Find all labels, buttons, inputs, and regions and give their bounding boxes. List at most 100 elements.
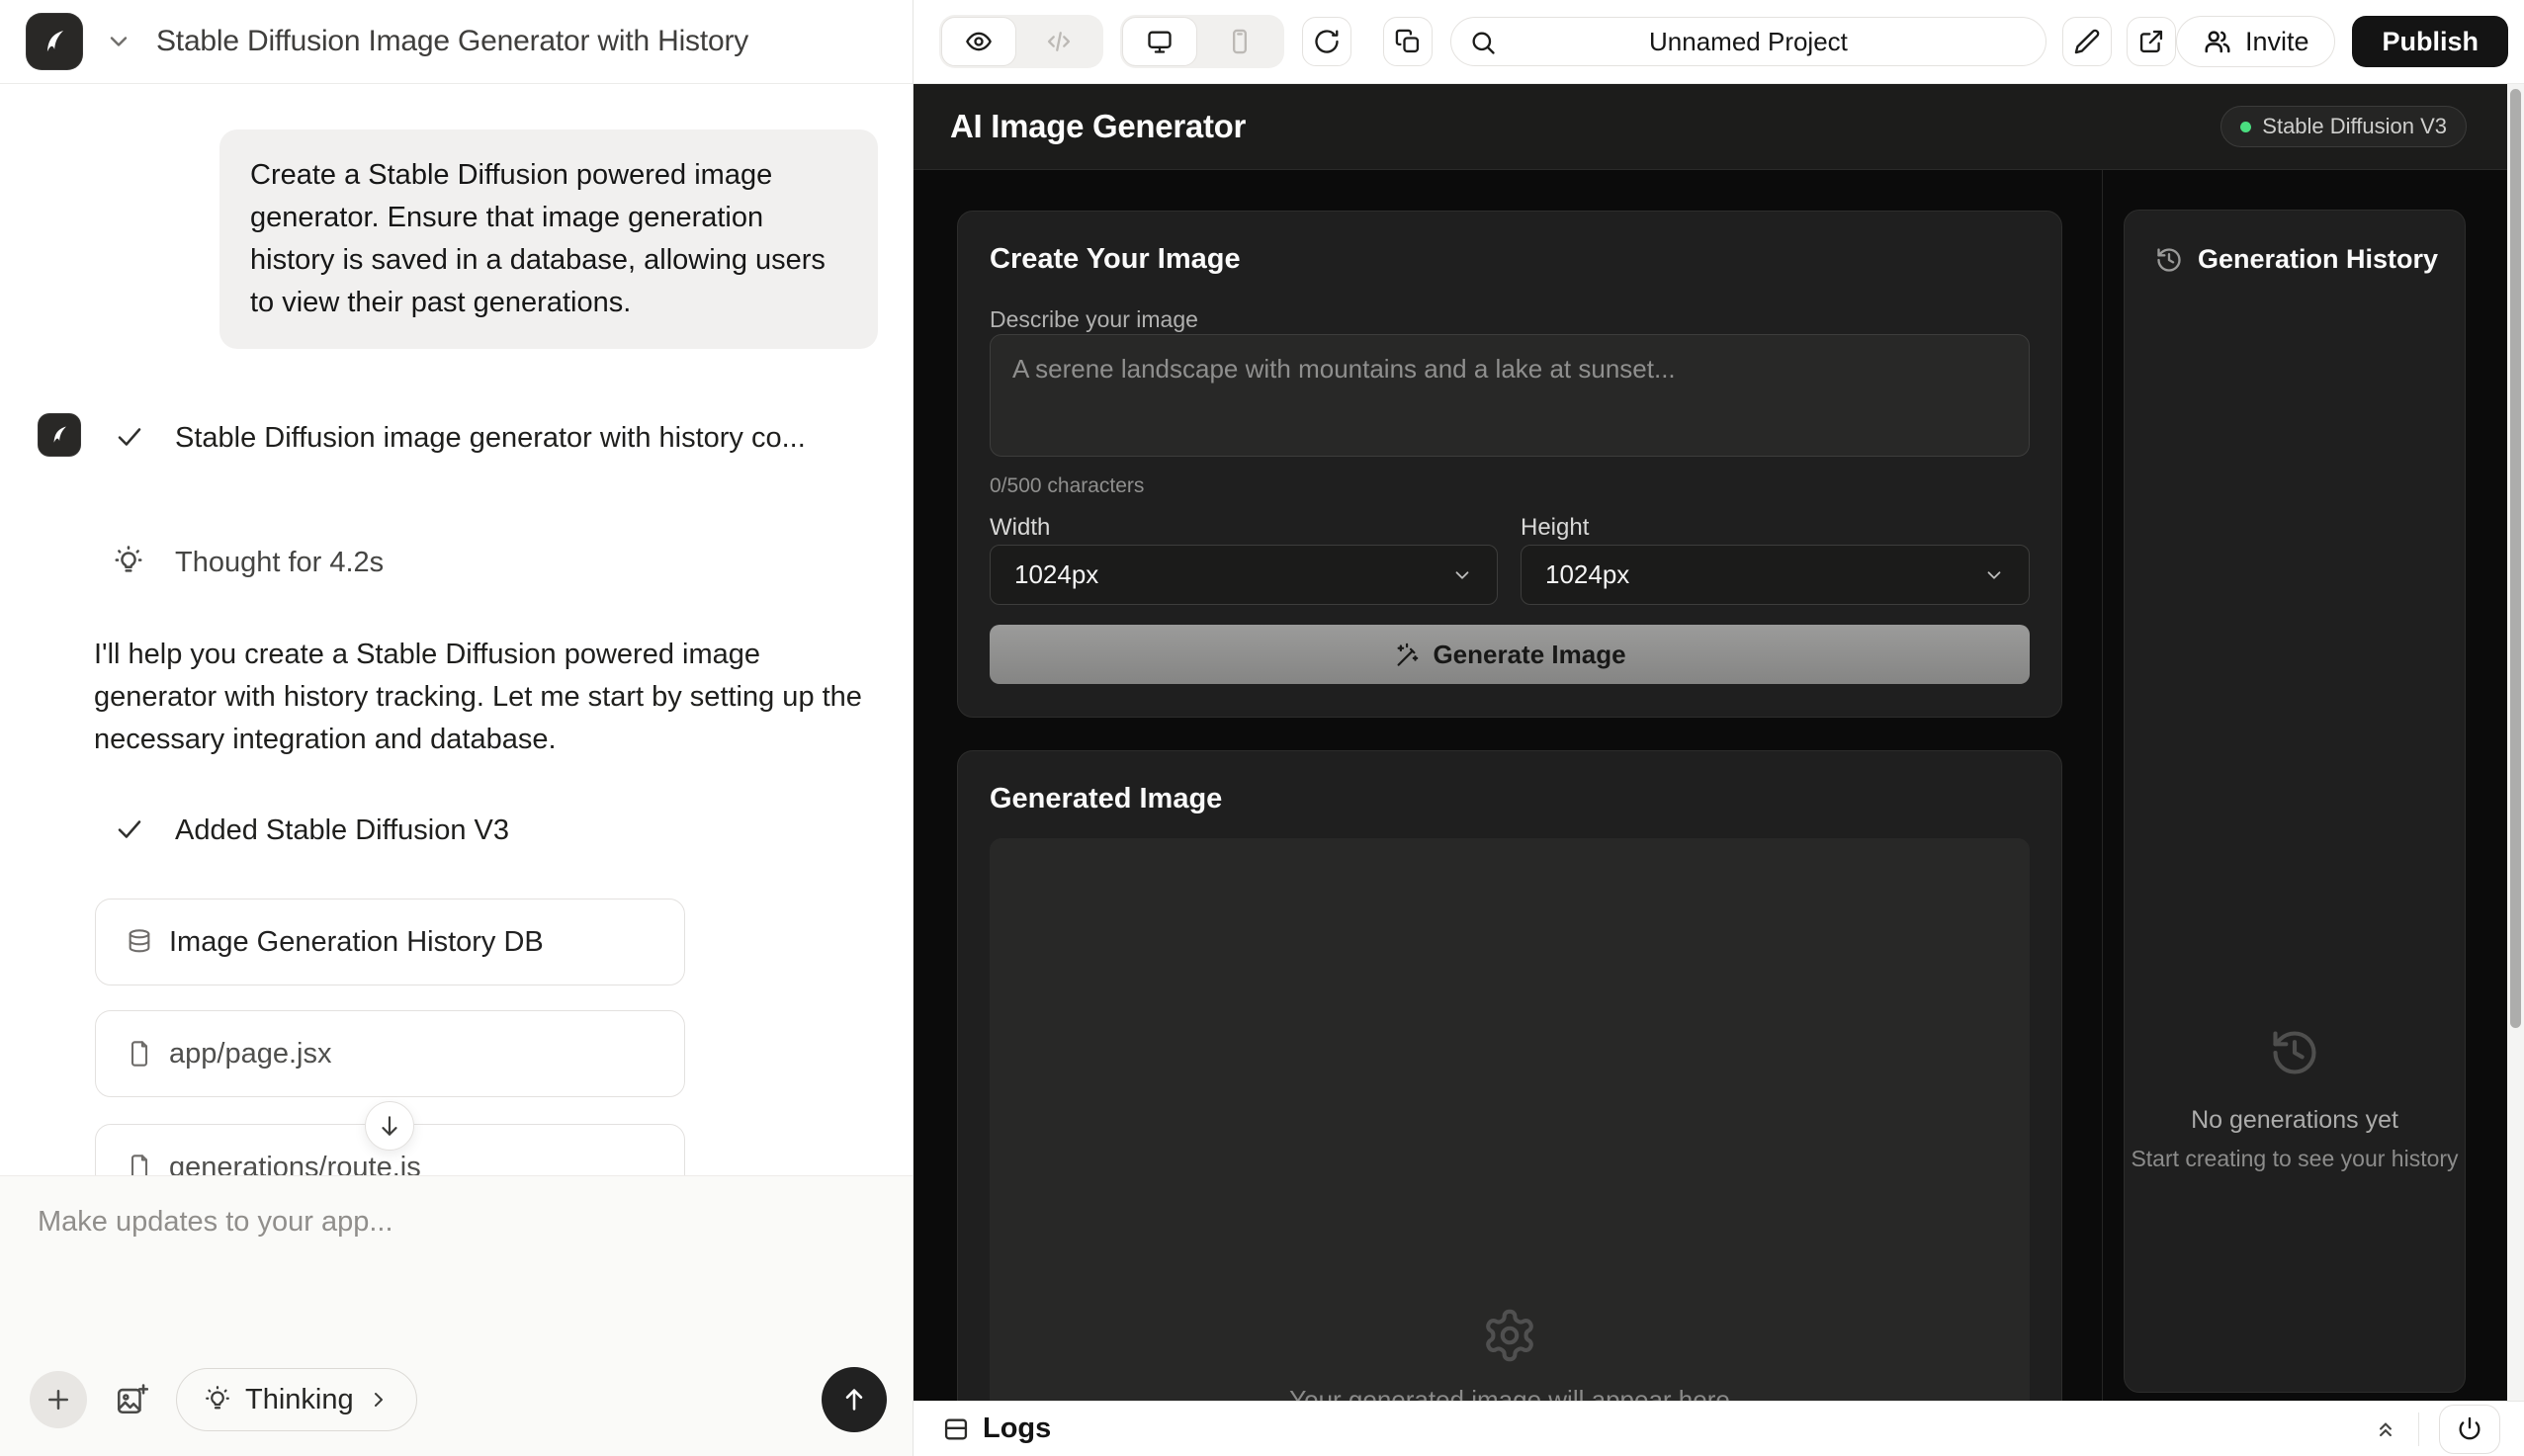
lightbulb-icon [112,545,145,578]
thought-duration[interactable]: Thought for 4.2s [175,541,384,584]
artifact-card-database[interactable]: Image Generation History DB [95,899,685,985]
users-icon [2203,27,2232,56]
code-mode-button[interactable] [1016,17,1101,66]
device-switcher [1120,15,1284,68]
thinking-mode-button[interactable]: Thinking [176,1368,417,1431]
swoosh-logo-icon [46,422,72,448]
expand-logs-button[interactable] [2373,1416,2398,1442]
arrow-up-icon [840,1386,868,1413]
composer-toolbar: Thinking [30,1367,887,1432]
status-dot-icon [2240,122,2251,132]
history-empty-title: No generations yet [2125,1106,2465,1135]
wand-sparkles-icon [1393,642,1420,668]
check-icon [115,814,144,844]
send-message-button[interactable] [822,1367,887,1432]
project-menu-button[interactable] [105,28,132,55]
preview-panel: Invite Publish AI Image Generator Stable… [914,0,2524,1456]
assistant-avatar [38,413,81,457]
refresh-icon [1313,28,1341,55]
chat-panel: Stable Diffusion Image Generator with Hi… [0,0,914,1456]
publish-button[interactable]: Publish [2352,16,2508,67]
add-attachment-button[interactable] [30,1371,87,1428]
arrow-down-icon [377,1113,402,1139]
project-name-field[interactable] [1450,17,2047,66]
desktop-view-button[interactable] [1122,17,1197,66]
scroll-to-bottom-button[interactable] [365,1101,414,1151]
external-link-icon [2137,28,2165,55]
chevron-down-icon [1451,564,1473,586]
generate-label: Generate Image [1433,640,1625,670]
generated-image-placeholder: Your generated image will appear here [990,838,2030,1401]
add-image-button[interactable] [115,1383,148,1416]
artifact-label: app/page.jsx [169,1038,331,1071]
logs-label: Logs [983,1413,1051,1445]
mobile-view-button[interactable] [1197,17,1282,66]
invite-label: Invite [2245,27,2309,57]
history-header: Generation History [2155,244,2438,275]
generated-card-title: Generated Image [990,783,1222,815]
create-image-card: Create Your Image Describe your image 0/… [957,211,2062,718]
project-name-input[interactable] [1451,18,2046,65]
view-mode-switcher [939,15,1103,68]
monitor-icon [1146,28,1174,55]
copy-icon [1394,28,1422,55]
chat-composer: Thinking [0,1175,913,1456]
generate-image-button[interactable]: Generate Image [990,625,2030,684]
generated-app-title: AI Image Generator [950,108,1246,145]
power-icon [2456,1415,2483,1443]
artifact-card-file[interactable]: app/page.jsx [95,1010,685,1097]
preview-scrollbar[interactable] [2507,84,2524,1401]
code-icon [1045,28,1073,55]
chat-header: Stable Diffusion Image Generator with Hi… [0,0,913,84]
publish-label: Publish [2382,27,2479,57]
chat-conversation[interactable]: Create a Stable Diffusion powered image … [0,84,913,1175]
refresh-preview-button[interactable] [1302,17,1351,66]
open-external-button[interactable] [2127,17,2176,66]
generation-history-card: Generation History No generations yet St… [2124,210,2466,1393]
page-title: Stable Diffusion Image Generator with Hi… [156,25,748,58]
height-value: 1024px [1545,559,1629,590]
gear-icon [1481,1307,1538,1364]
invite-button[interactable]: Invite [2176,16,2336,67]
eye-icon [965,28,993,55]
logs-panel-icon [942,1415,970,1443]
artifact-label: Image Generation History DB [169,926,544,959]
power-button[interactable] [2439,1405,2500,1454]
prompt-label: Describe your image [990,306,1198,333]
preview-toolbar: Invite Publish [914,0,2524,84]
preview-mode-button[interactable] [941,17,1016,66]
generated-image-card: Generated Image Your generated image wil… [957,750,2062,1401]
phone-icon [1226,28,1254,55]
logs-bar: Logs [914,1401,2524,1456]
history-title: Generation History [2198,244,2438,275]
search-icon [1469,29,1497,56]
artifact-label: generations/route.js [169,1152,421,1176]
app-window: Stable Diffusion Image Generator with Hi… [0,0,2524,1456]
image-add-icon [115,1383,148,1416]
task-title[interactable]: Stable Diffusion image generator with hi… [175,416,806,460]
chat-input[interactable] [38,1206,868,1344]
check-icon [115,422,144,452]
integration-added-label: Added Stable Diffusion V3 [175,809,509,852]
width-select[interactable]: 1024px [990,545,1498,605]
scrollbar-thumb[interactable] [2510,89,2521,1028]
pencil-icon [2073,28,2101,55]
database-icon [126,928,153,956]
prompt-textarea[interactable] [990,334,2030,457]
height-select[interactable]: 1024px [1521,545,2030,605]
lightbulb-icon [203,1385,232,1414]
file-icon [126,1040,153,1068]
assistant-message: I'll help you create a Stable Diffusion … [94,634,863,761]
width-value: 1024px [1014,559,1098,590]
plus-icon [44,1385,73,1414]
copy-button[interactable] [1383,17,1433,66]
user-message: Create a Stable Diffusion powered image … [219,129,878,349]
height-label: Height [1521,514,1589,542]
app-preview-viewport: AI Image Generator Stable Diffusion V3 C… [914,84,2524,1401]
edit-button[interactable] [2062,17,2112,66]
model-name: Stable Diffusion V3 [2262,114,2447,139]
chevrons-up-icon [2373,1416,2398,1442]
history-sidebar: Generation History No generations yet St… [2102,170,2524,1401]
chevron-down-icon [105,28,132,55]
app-logo[interactable] [26,13,83,70]
